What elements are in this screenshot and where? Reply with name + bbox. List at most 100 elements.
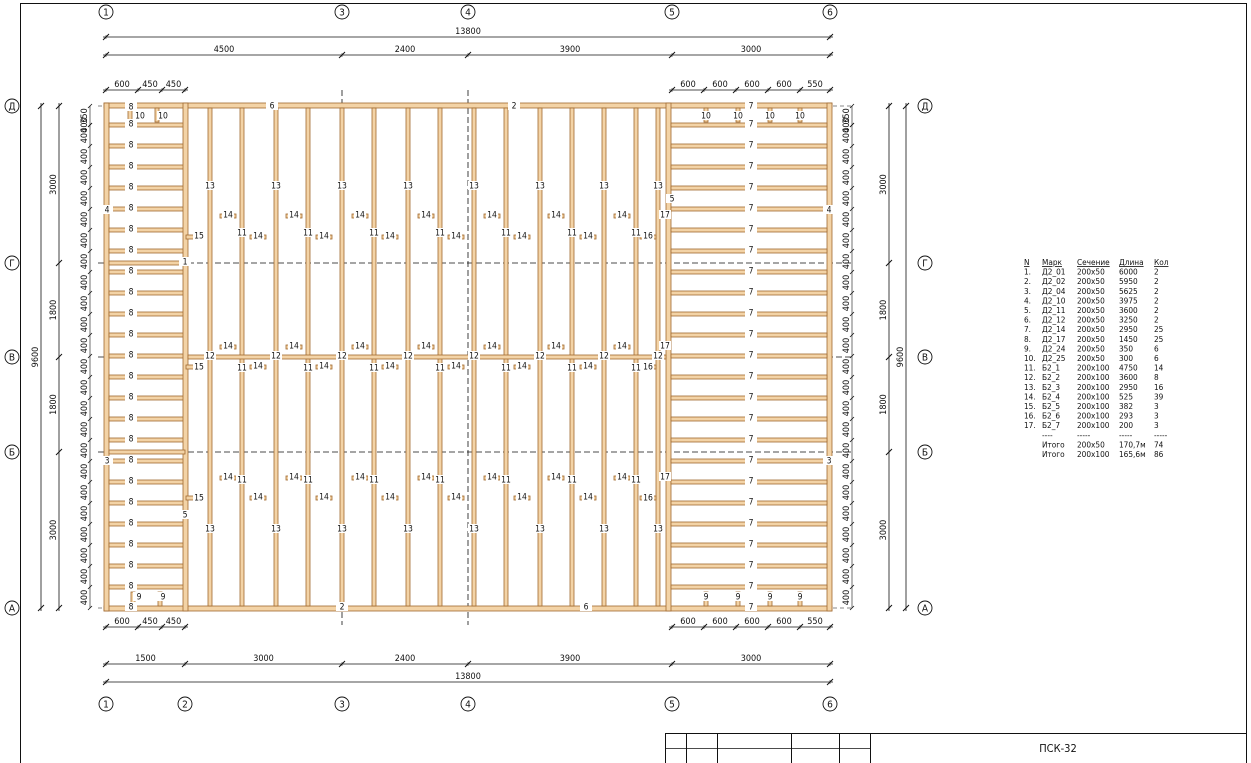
spec-cell: Д2_01 (1042, 267, 1066, 277)
mark-7: 7 (749, 393, 754, 403)
dim-value: 400 (80, 128, 90, 143)
spec-cell: Б2_5 (1042, 401, 1060, 411)
dim-value: 400 (80, 296, 90, 311)
mark-13: 13 (653, 525, 663, 535)
dim-value: 400 (80, 338, 90, 353)
spec-total: 74 (1154, 439, 1164, 449)
spec-cell: 525 (1119, 391, 1133, 401)
mark-8: 8 (129, 351, 134, 361)
mark-2: 2 (340, 603, 345, 613)
axis-bubble-bottom: 4 (465, 700, 471, 711)
rim-beam-left (103, 102, 110, 612)
mark-14: 14 (319, 232, 329, 242)
spec-cell: 2950 (1119, 324, 1138, 334)
spec-cell: 3600 (1119, 305, 1138, 315)
spec-cell: Д2_02 (1042, 276, 1066, 286)
axis-bubble-top: 3 (339, 8, 345, 19)
beam-axis-5 (665, 102, 672, 612)
dim-value: 400 (842, 485, 852, 500)
spec-cell: 200х50 (1077, 353, 1105, 363)
spec-cell: 200х50 (1077, 286, 1105, 296)
mark-15: 15 (194, 232, 204, 242)
mark-14: 14 (355, 342, 365, 352)
axis-bubble-left: Г (9, 259, 15, 270)
joist-left (108, 563, 186, 569)
mark-7: 7 (749, 372, 754, 382)
spec-cell: 2 (1154, 267, 1159, 277)
mark-17: 17 (660, 473, 670, 483)
mark-14: 14 (583, 362, 593, 372)
dim-value: 3900 (560, 45, 581, 55)
axis-bubble-right: Г (922, 259, 928, 270)
mark-8: 8 (129, 414, 134, 424)
mark-7: 7 (749, 183, 754, 193)
mark-11: 11 (237, 229, 247, 239)
dim-value: 400 (842, 296, 852, 311)
joist-left (108, 353, 186, 359)
spec-cell: Б2_6 (1042, 411, 1060, 421)
mark-5: 5 (183, 511, 188, 521)
spec-cell: 200 (1119, 420, 1133, 430)
mark-13: 13 (469, 525, 479, 535)
mark-12: 12 (535, 352, 545, 362)
spec-cell: 200х50 (1077, 267, 1105, 277)
mark-9: 9 (798, 593, 803, 603)
dim-value: 400 (842, 590, 852, 605)
dim-value: 13800 (455, 672, 481, 682)
joist-left (108, 395, 186, 401)
rim-beam-bottom (103, 605, 833, 612)
mark-8: 8 (129, 582, 134, 592)
dim-value: 600 (114, 617, 129, 627)
mark-7: 7 (749, 267, 754, 277)
mark-12: 12 (337, 352, 347, 362)
spec-cell: Д2_24 (1042, 343, 1066, 353)
mark-7: 7 (749, 540, 754, 550)
spec-cell: 11. (1024, 363, 1036, 373)
joist-left (108, 584, 186, 590)
mark-7: 7 (749, 225, 754, 235)
mark-8: 8 (129, 498, 134, 508)
dim-value: 3000 (253, 654, 274, 664)
mark-1: 1 (183, 258, 188, 268)
joist-left (108, 311, 186, 317)
mark-4: 4 (105, 206, 110, 216)
mark-7: 7 (749, 288, 754, 298)
spec-cell: 4. (1024, 295, 1031, 305)
mark-8: 8 (129, 393, 134, 403)
spec-separator: ----- (1119, 430, 1133, 440)
mark-7: 7 (749, 582, 754, 592)
mark-10: 10 (733, 112, 743, 122)
mark-14: 14 (223, 211, 233, 221)
mark-14: 14 (385, 362, 395, 372)
axis-bubble-top: 6 (827, 8, 833, 19)
mark-14: 14 (583, 493, 593, 503)
dim-value: 450 (166, 80, 181, 90)
axis-bubble-bottom: 2 (182, 700, 188, 711)
dim-value: 600 (712, 617, 727, 627)
trimmer-left (108, 449, 186, 455)
mark-5: 5 (670, 195, 675, 205)
mark-9: 9 (161, 593, 166, 603)
spec-cell: 3975 (1119, 295, 1138, 305)
mark-7: 7 (749, 330, 754, 340)
mark-12: 12 (403, 352, 413, 362)
dim-value: 600 (744, 617, 759, 627)
spec-total: 170,7м (1119, 439, 1146, 449)
spec-cell: 200х100 (1077, 401, 1110, 411)
mark-8: 8 (129, 246, 134, 256)
dim-value: 400 (80, 464, 90, 479)
dim-value: 400 (842, 212, 852, 227)
mark-7: 7 (749, 162, 754, 172)
mark-7: 7 (749, 414, 754, 424)
spec-total: 165,6м (1119, 449, 1146, 459)
spec-cell: Б2_3 (1042, 382, 1060, 392)
dim-value: 600 (776, 617, 791, 627)
spec-header: Сечение (1077, 257, 1110, 267)
mark-8: 8 (129, 267, 134, 277)
mark-14: 14 (517, 362, 527, 372)
spec-cell: 3 (1154, 401, 1159, 411)
joist-left (108, 269, 186, 275)
dim-value: 400 (80, 275, 90, 290)
spec-cell: 2 (1154, 286, 1159, 296)
mark-13: 13 (535, 525, 545, 535)
